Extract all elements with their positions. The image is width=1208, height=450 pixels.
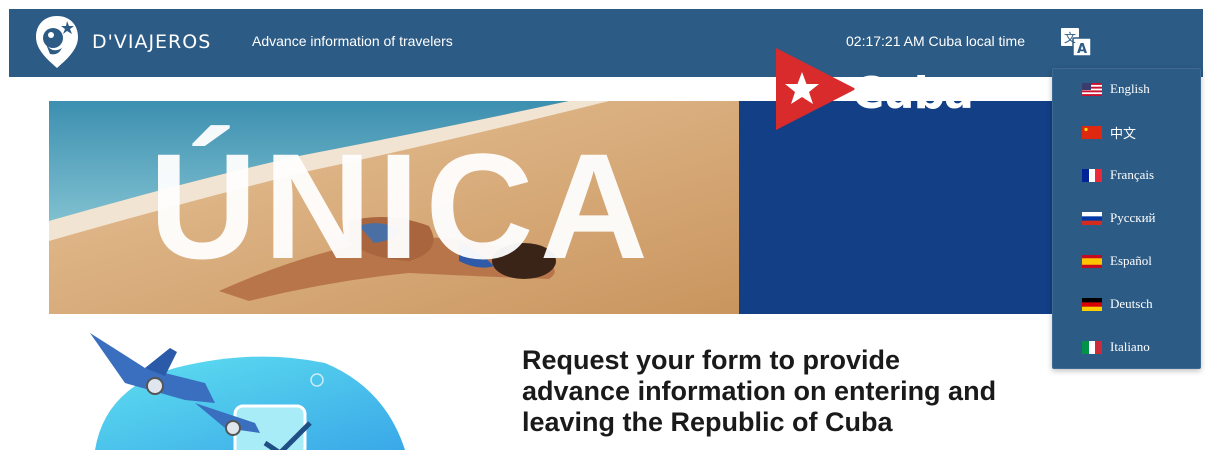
top-navbar: D'VIAJEROS Advance information of travel…: [9, 9, 1203, 77]
language-label: English: [1110, 81, 1150, 96]
russia-flag-icon: [1082, 211, 1102, 225]
language-label: Italiano: [1110, 339, 1150, 354]
svg-text:文: 文: [1064, 30, 1076, 45]
language-option-french[interactable]: Français: [1053, 160, 1200, 190]
hero-brand-panel: [739, 101, 1059, 314]
france-flag-icon: [1082, 168, 1102, 182]
language-option-spanish[interactable]: Español: [1053, 246, 1200, 276]
language-dropdown: English 中文 Français Русский Español Deut…: [1052, 68, 1201, 369]
language-label: Español: [1110, 253, 1152, 268]
svg-text:A: A: [1077, 42, 1087, 57]
airplane-phone-illustration-icon: [90, 333, 405, 450]
italy-flag-icon: [1082, 340, 1102, 354]
germany-flag-icon: [1082, 297, 1102, 311]
page-headline: Request your form to provide advance inf…: [522, 345, 1062, 438]
china-flag-icon: [1082, 125, 1102, 139]
language-option-german[interactable]: Deutsch: [1053, 289, 1200, 319]
language-option-chinese[interactable]: 中文: [1053, 117, 1200, 147]
headline-line: advance information on entering and: [522, 376, 997, 406]
language-option-russian[interactable]: Русский: [1053, 203, 1200, 233]
cuba-local-time: 02:17:21 AM Cuba local time: [846, 33, 1025, 49]
brand-name[interactable]: D'VIAJEROS: [92, 31, 211, 53]
us-flag-icon: [1082, 82, 1102, 96]
language-label: Русский: [1110, 210, 1156, 225]
hero-headline-word: ÚNICA: [149, 122, 654, 290]
language-option-italian[interactable]: Italiano: [1053, 332, 1200, 362]
headline-line: Request your form to provide: [522, 345, 901, 375]
language-label: Français: [1110, 167, 1155, 182]
hero-banner: ÚNICA: [49, 101, 1059, 314]
brand-tagline: Advance information of travelers: [252, 33, 453, 49]
language-option-english[interactable]: English: [1053, 74, 1200, 104]
dviajeros-logo-icon[interactable]: [34, 14, 80, 70]
language-label: Deutsch: [1110, 296, 1153, 311]
headline-line: leaving the Republic of Cuba: [522, 407, 893, 437]
page: D'VIAJEROS Advance information of travel…: [0, 0, 1208, 450]
spain-flag-icon: [1082, 254, 1102, 268]
cuba-brand-text: Cuba: [852, 68, 974, 119]
cuba-star-logo-icon: [776, 48, 856, 130]
translate-icon[interactable]: 文 A: [1059, 26, 1093, 58]
language-label: 中文: [1110, 125, 1137, 141]
